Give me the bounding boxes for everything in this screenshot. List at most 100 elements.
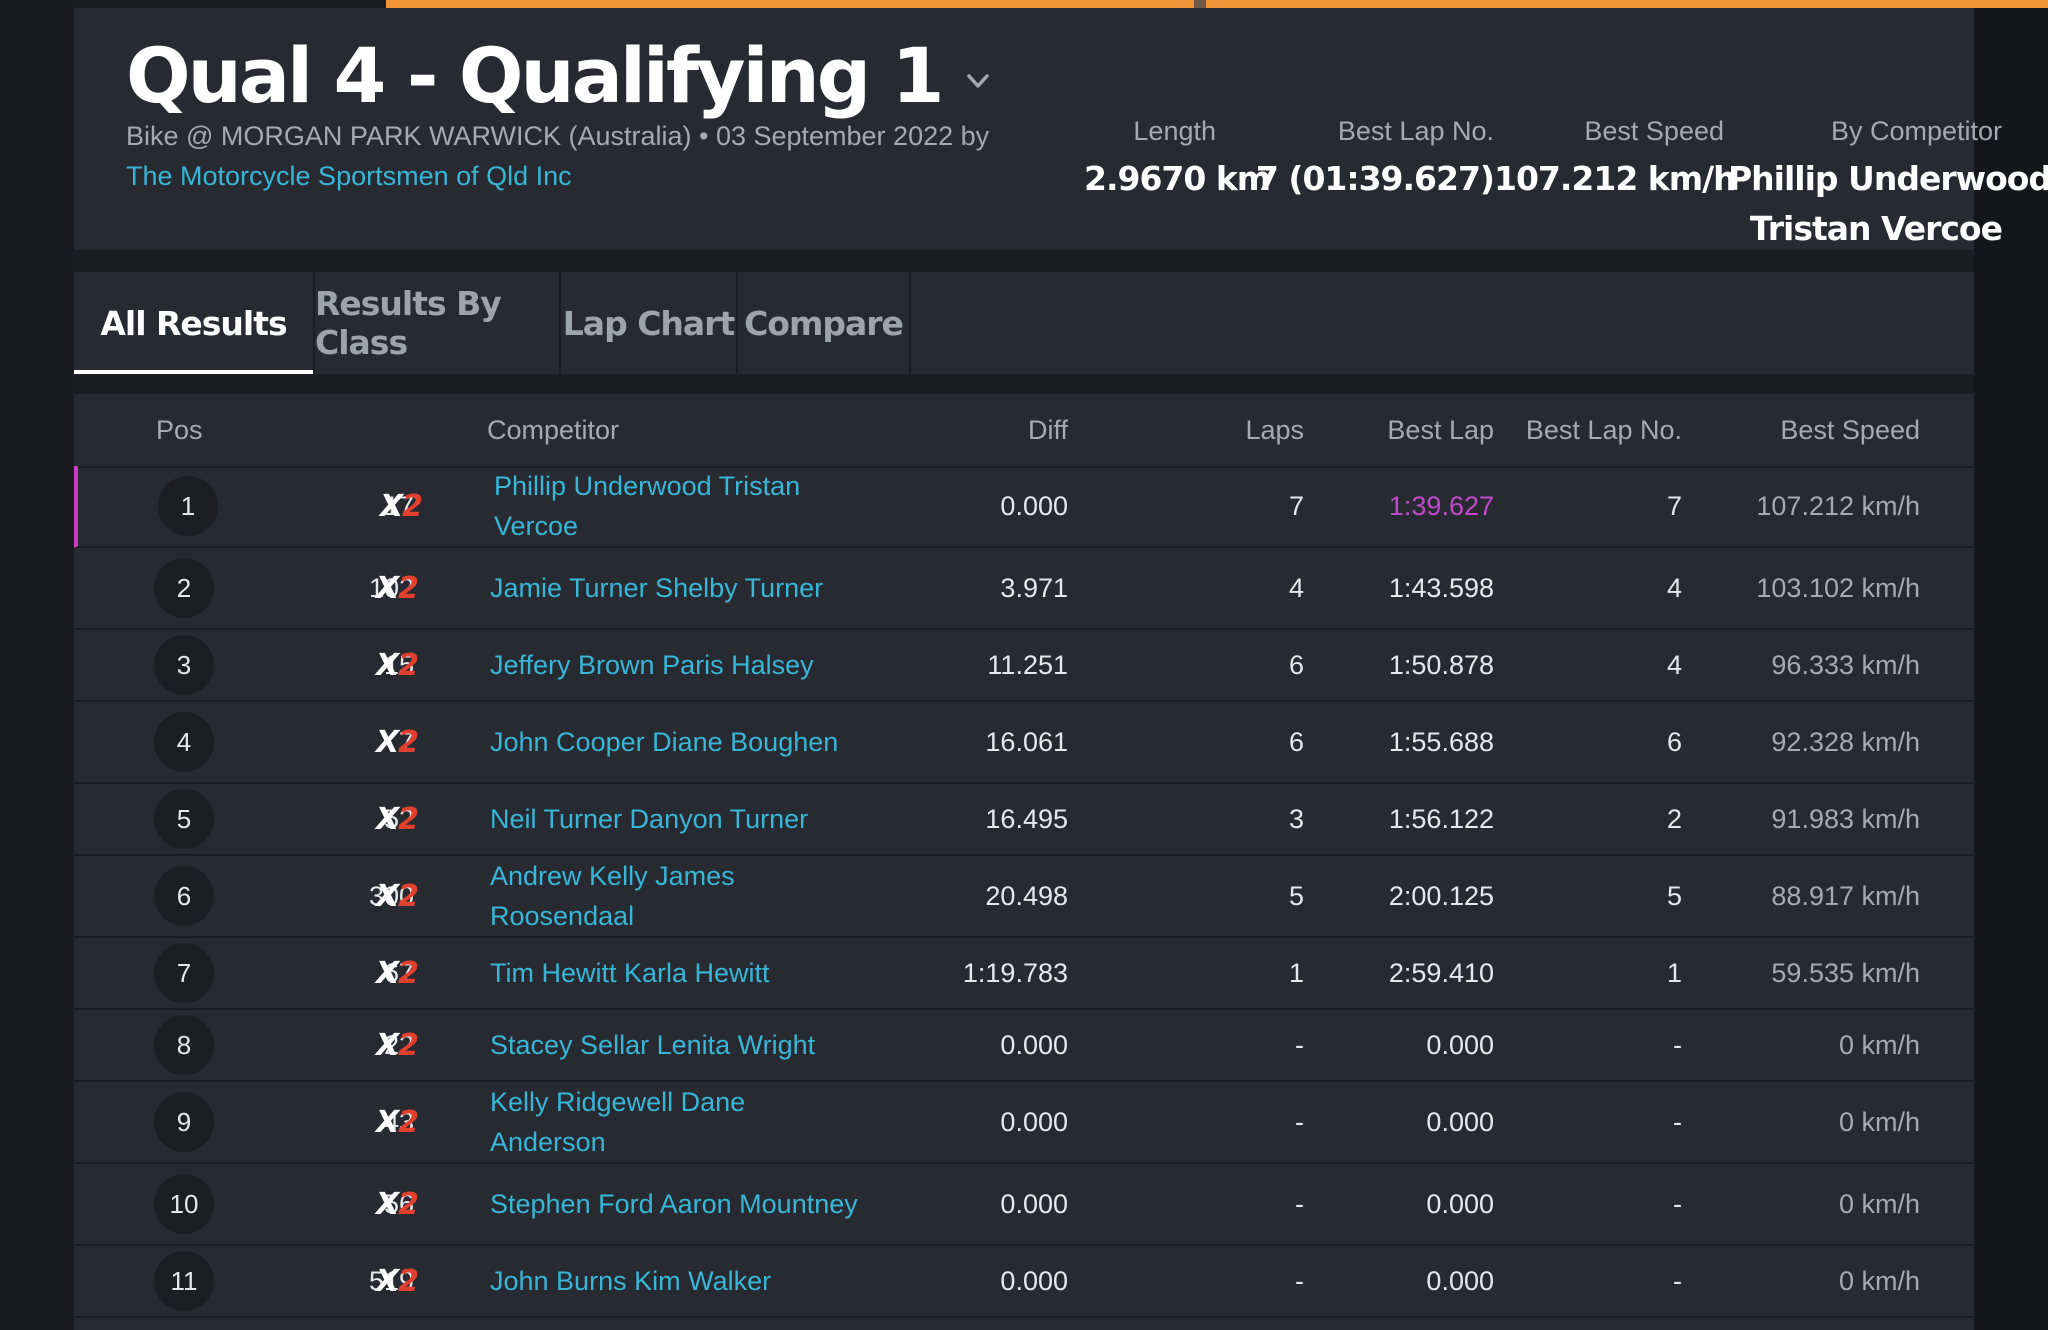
header-laps[interactable]: Laps — [1245, 394, 1304, 466]
table-row[interactable]: 6 300 X2 Andrew Kelly James Roosendaal 20.49… — [74, 856, 1974, 938]
pos-cell: 4 — [154, 702, 214, 782]
class-logo: X2 — [376, 548, 419, 628]
class-logo-x: X — [380, 488, 403, 524]
position-badge: 10 — [154, 1174, 214, 1234]
header-best-lap-no[interactable]: Best Lap No. — [1526, 394, 1682, 466]
stat-best-speed-label: Best Speed — [1584, 116, 1724, 146]
header-best-lap[interactable]: Best Lap — [1387, 394, 1494, 466]
stat-by-competitor-label: By Competitor — [1830, 116, 2002, 146]
pos-cell: 5 — [154, 784, 214, 854]
class-logo-2: 2 — [398, 724, 419, 760]
stat-best-lap-no: Best Lap No. 7 (01:39.627) — [1224, 114, 1495, 204]
class-logo: X2 — [376, 1246, 419, 1316]
class-logo-x: X — [376, 1104, 399, 1140]
competitor-link[interactable]: John Cooper Diane Boughen — [490, 702, 860, 782]
competitor-link[interactable]: Kelly Ridgewell Dane Anderson — [490, 1082, 860, 1162]
pos-cell: 10 — [154, 1164, 214, 1244]
stat-length-label: Length — [1133, 116, 1216, 146]
class-logo-2: 2 — [398, 1104, 419, 1140]
stat-length-value: 2.9670 km — [1084, 159, 1271, 198]
title-wrap: Qual 4 - Qualifying 1 — [126, 28, 993, 124]
competitor-link[interactable]: Neil Turner Danyon Turner — [490, 784, 860, 854]
class-logo-x: X — [376, 1263, 399, 1299]
competitor-link[interactable]: Phillip Underwood Tristan Vercoe — [494, 466, 864, 546]
position-badge: 1 — [158, 476, 218, 536]
results-table: Pos Competitor Diff Laps Best Lap Best L… — [74, 394, 1974, 1330]
class-logo-2: 2 — [398, 955, 419, 991]
stat-best-speed-value: 107.212 km/h — [1494, 159, 1737, 198]
progress-bar — [386, 0, 2048, 8]
pos-cell: 8 — [154, 1010, 214, 1080]
table-row[interactable]: 7 67 X2 Tim Hewitt Karla Hewitt 1:19.783 1 2:5… — [74, 938, 1974, 1010]
best-lap-no-cell: - — [1673, 1106, 1682, 1137]
diff-cell: 0.000 — [1000, 490, 1068, 521]
best-speed-cell: 0 km/h — [1838, 1188, 1920, 1219]
class-logo-2: 2 — [398, 878, 419, 914]
competitor-link[interactable]: Jeffery Brown Paris Halsey — [490, 630, 860, 700]
best-speed-cell: 0 km/h — [1838, 1265, 1920, 1296]
left-gutter — [0, 0, 74, 1330]
table-row[interactable]: 4 7 X2 John Cooper Diane Boughen 16.061 6 1:55… — [74, 702, 1974, 784]
table-row[interactable]: 11 519 X2 John Burns Kim Walker 0.000-0.000-… — [74, 1246, 1974, 1318]
best-speed-cell: 107.212 km/h — [1756, 490, 1920, 521]
best-lap-cell: 0.000 — [1426, 1029, 1494, 1060]
class-logo-x: X — [376, 570, 399, 606]
stat-best-lap-no-value: 7 (01:39.627) — [1255, 159, 1495, 198]
class-logo: X2 — [376, 856, 419, 936]
diff-cell: 0.000 — [1000, 1029, 1068, 1060]
page-title: Qual 4 - Qualifying 1 — [126, 31, 944, 120]
best-lap-no-cell: - — [1673, 1265, 1682, 1296]
tab-results-by-class[interactable]: Results By Class — [315, 272, 561, 374]
best-lap-no-cell: 4 — [1666, 572, 1682, 603]
position-badge: 8 — [154, 1015, 214, 1075]
best-lap-no-cell: - — [1673, 1029, 1682, 1060]
best-speed-cell: 0 km/h — [1838, 1029, 1920, 1060]
table-row[interactable]: 2 102 X2 Jamie Turner Shelby Turner 3.971 4 1:… — [74, 548, 1974, 630]
diff-cell: 20.498 — [985, 880, 1068, 911]
header-diff[interactable]: Diff — [1028, 394, 1068, 466]
competitor-link[interactable]: Stacey Sellar Lenita Wright — [490, 1010, 860, 1080]
progress-bar-marker — [1194, 0, 1206, 8]
table-row[interactable]: 3 15 X2 Jeffery Brown Paris Halsey 11.251 6 1:… — [74, 630, 1974, 702]
competitor-link[interactable]: Jamie Turner Shelby Turner — [490, 548, 860, 628]
diff-cell: 16.495 — [985, 803, 1068, 834]
table-row[interactable]: 5 52 X2 Neil Turner Danyon Turner 16.495 3 1:5… — [74, 784, 1974, 856]
pos-cell: 7 — [154, 938, 214, 1008]
header-competitor[interactable]: Competitor — [487, 394, 619, 466]
best-lap-cell: 1:50.878 — [1388, 649, 1494, 680]
header-best-speed[interactable]: Best Speed — [1780, 394, 1920, 466]
competitor-link[interactable]: John Burns Kim Walker — [490, 1246, 860, 1316]
chevron-down-icon[interactable] — [963, 66, 993, 96]
diff-cell: 1:19.783 — [962, 957, 1068, 988]
class-logo-x: X — [376, 724, 399, 760]
organiser-link[interactable]: The Motorcycle Sportsmen of Qld Inc — [126, 161, 572, 191]
laps-cell: 7 — [1288, 490, 1304, 521]
class-logo: X2 — [376, 1010, 419, 1080]
competitor-link[interactable]: Stephen Ford Aaron Mountney — [490, 1164, 860, 1244]
best-speed-cell: 88.917 km/h — [1771, 880, 1920, 911]
position-badge: 5 — [154, 789, 214, 849]
competitor-link[interactable]: Andrew Kelly James Roosendaal — [490, 856, 860, 936]
tab-lap-chart[interactable]: Lap Chart — [561, 272, 738, 374]
best-lap-cell: 0.000 — [1426, 1188, 1494, 1219]
best-speed-cell: 0 km/h — [1838, 1106, 1920, 1137]
diff-cell: 0.000 — [1000, 1265, 1068, 1296]
best-lap-no-cell: - — [1673, 1188, 1682, 1219]
table-row[interactable]: 1 17 X2 Phillip Underwood Tristan Vercoe 0.0… — [74, 466, 1974, 548]
laps-cell: 5 — [1288, 880, 1304, 911]
table-row[interactable]: 9 43 X2 Kelly Ridgewell Dane Anderson 0.000-… — [74, 1082, 1974, 1164]
position-badge: 2 — [154, 558, 214, 618]
competitor-link[interactable]: Tim Hewitt Karla Hewitt — [490, 938, 860, 1008]
class-logo-x: X — [376, 955, 399, 991]
table-row[interactable]: 8 22 X2 Stacey Sellar Lenita Wright 0.000-0.… — [74, 1010, 1974, 1082]
tab-all-results[interactable]: All Results — [74, 272, 315, 374]
event-meta-text: Bike @ MORGAN PARK WARWICK (Australia) •… — [126, 121, 990, 151]
table-row[interactable]: 10 56 X2 Stephen Ford Aaron Mountney 0.000-0… — [74, 1164, 1974, 1246]
best-speed-cell: 92.328 km/h — [1771, 726, 1920, 757]
pos-cell: 2 — [154, 548, 214, 628]
best-lap-cell: 2:59.410 — [1388, 957, 1494, 988]
tab-compare[interactable]: Compare — [738, 272, 911, 374]
pos-cell: 11 — [154, 1246, 214, 1316]
header-pos[interactable]: Pos — [156, 394, 203, 466]
class-logo: X2 — [376, 784, 419, 854]
